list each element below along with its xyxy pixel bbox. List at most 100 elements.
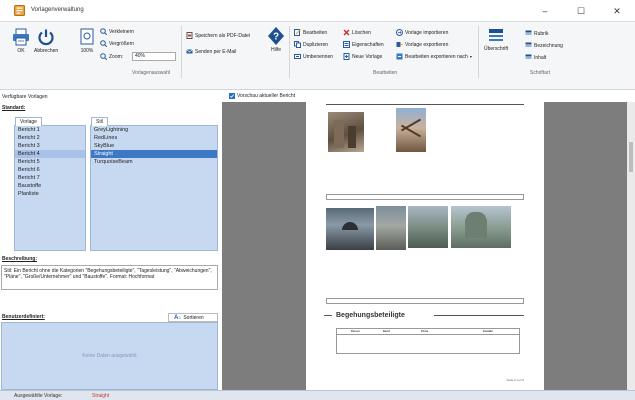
report-preview[interactable]: Begehungsbeteiligte Person Beruf Firma K… (222, 102, 627, 390)
list-item[interactable]: Bericht 3 (15, 142, 85, 150)
new-template-label: Neue Vorlage (352, 53, 383, 60)
zoom-100-label: 100% (80, 48, 94, 54)
templates-tab[interactable]: Vorlage (15, 117, 42, 126)
sort-button[interactable]: A↓ Sortieren (168, 313, 218, 322)
empty-state-text: Keine Daten ausgewählt (82, 353, 137, 359)
save-pdf-button[interactable]: Speichern als PDF-Datei (186, 32, 250, 39)
list-item[interactable]: Bericht 1 (15, 126, 85, 134)
zoom-in-icon (100, 40, 107, 47)
delete-button[interactable]: Löschen (343, 29, 371, 36)
properties-button[interactable]: Eigenschaften (343, 41, 384, 48)
heading-font-button[interactable]: Überschrift (484, 28, 508, 52)
list-item[interactable]: SkyBlue (91, 142, 217, 150)
preview-scrollbar[interactable] (627, 102, 635, 390)
left-panel: Verfügbare Vorlagen Standard: Vorlage Be… (0, 90, 220, 390)
scroll-thumb[interactable] (629, 142, 633, 172)
zoom-input[interactable]: 40% (132, 52, 176, 61)
edit-button[interactable]: Bearbeiten (294, 29, 327, 36)
close-button[interactable]: ✕ (599, 0, 635, 22)
description-text: Stil: Ein Bericht ohne die Kategorien "B… (1, 265, 218, 290)
group-label-edit: Bearbeiten (373, 70, 398, 76)
ribbon: OK Abbrechen 100% Verkleinern Vergrößern… (0, 22, 635, 90)
zoom-out-button[interactable]: Verkleinern (100, 28, 134, 35)
heading-icon (489, 29, 504, 41)
list-item[interactable]: Baustoffe (15, 182, 85, 190)
power-icon (38, 29, 54, 46)
templates-list[interactable]: Vorlage Bericht 1 Bericht 2 Bericht 3 Be… (14, 117, 86, 251)
list-item[interactable]: Planliste (15, 190, 85, 198)
list-item[interactable]: Bericht 7 (15, 174, 85, 182)
custom-label: Benutzerdefiniert: (2, 314, 45, 320)
rubric-label: Rubrik (534, 30, 549, 37)
send-email-button[interactable]: Senden per E-Mail (186, 48, 236, 55)
checkbox-checked-icon (229, 93, 235, 99)
photo (396, 108, 426, 152)
help-icon: ? (268, 27, 284, 45)
ok-label: OK (17, 48, 25, 54)
export-template-button[interactable]: Vorlage exportieren (396, 41, 448, 48)
group-divider (181, 26, 182, 78)
list-item[interactable]: Bericht 4 (15, 150, 85, 158)
rubric-font-button[interactable]: Rubrik (525, 30, 548, 37)
printer-icon (13, 28, 29, 46)
report-page: Begehungsbeteiligte Person Beruf Firma K… (306, 102, 544, 390)
help-label: Hilfe (270, 47, 281, 53)
app-icon (14, 5, 25, 16)
page-number: Seite 2 von 5 (506, 378, 524, 382)
styles-tab[interactable]: Stil (91, 117, 108, 126)
group-divider (289, 26, 290, 78)
delete-icon (343, 29, 350, 36)
table-header: Firma (421, 330, 429, 333)
zoom-out-icon (100, 28, 107, 35)
rename-button[interactable]: Umbenennen (294, 53, 333, 60)
help-button[interactable]: ? Hilfe (268, 27, 284, 53)
participants-table: Person Beruf Firma Kontakt (336, 328, 520, 354)
custom-list[interactable]: Keine Daten ausgewählt (1, 322, 218, 390)
rename-label: Umbenennen (303, 53, 334, 60)
group-label-font: Schriftart (530, 70, 551, 76)
export-to-icon (396, 53, 403, 60)
zoom-100-button[interactable]: 100% (80, 28, 94, 54)
status-bar: Ausgewählte Vorlage: Straight (0, 390, 635, 400)
content-label: Inhalt (534, 54, 547, 61)
cancel-button[interactable]: Abbrechen (34, 28, 58, 54)
list-item[interactable]: Bericht 6 (15, 166, 85, 174)
ok-button[interactable]: OK (12, 28, 30, 54)
duplicate-button[interactable]: Duplizieren (294, 41, 328, 48)
zoom-in-button[interactable]: Vergrößern (100, 40, 134, 47)
list-item[interactable]: RedLines (91, 134, 217, 142)
new-document-icon (343, 53, 350, 60)
content-font-button[interactable]: Inhalt (525, 54, 546, 61)
zoom-in-label: Vergrößern (109, 40, 135, 47)
group-divider (478, 26, 479, 78)
export-all-button[interactable]: Bearbeiten exportieren nach ▾ (396, 53, 472, 60)
styles-list[interactable]: Stil GreyLightning RedLines SkyBlue Stra… (90, 117, 218, 251)
list-item[interactable]: Bericht 2 (15, 134, 85, 142)
preview-checkbox-label: Vorschau aktueller Bericht (237, 93, 296, 99)
properties-label: Eigenschaften (352, 41, 384, 48)
photo (408, 206, 448, 248)
duplicate-icon (294, 41, 301, 48)
preview-checkbox[interactable]: Vorschau aktueller Bericht (229, 93, 295, 99)
section-title: Begehungsbeteiligte (336, 312, 405, 319)
preview-header: Vorschau aktueller Bericht (224, 90, 635, 102)
list-item[interactable]: Bericht 5 (15, 158, 85, 166)
list-item[interactable]: TurquoiseBeam (91, 158, 217, 166)
list-item-selected[interactable]: Straight (91, 150, 217, 158)
window-title: Vorlagenverwaltung (31, 7, 84, 13)
zoom-label: Zoom: (109, 53, 124, 60)
chevron-down-icon: ▾ (469, 54, 472, 59)
cancel-label: Abbrechen (34, 48, 59, 54)
list-item[interactable]: GreyLightning (91, 126, 217, 134)
magnifier-icon (100, 53, 107, 60)
table-header-rule (337, 334, 519, 335)
selected-template-label: Ausgewählte Vorlage: (14, 393, 63, 399)
new-template-button[interactable]: Neue Vorlage (343, 53, 382, 60)
export-all-label: Bearbeiten exportieren nach (405, 53, 468, 60)
selected-template-value: Straight (92, 393, 110, 399)
minimize-button[interactable]: – (527, 0, 563, 22)
maximize-button[interactable]: ☐ (563, 0, 599, 22)
designation-font-button[interactable]: Bezeichnung (525, 42, 563, 49)
import-template-button[interactable]: Vorlage importieren (396, 29, 448, 36)
description-label: Beschreibung: (2, 256, 38, 262)
